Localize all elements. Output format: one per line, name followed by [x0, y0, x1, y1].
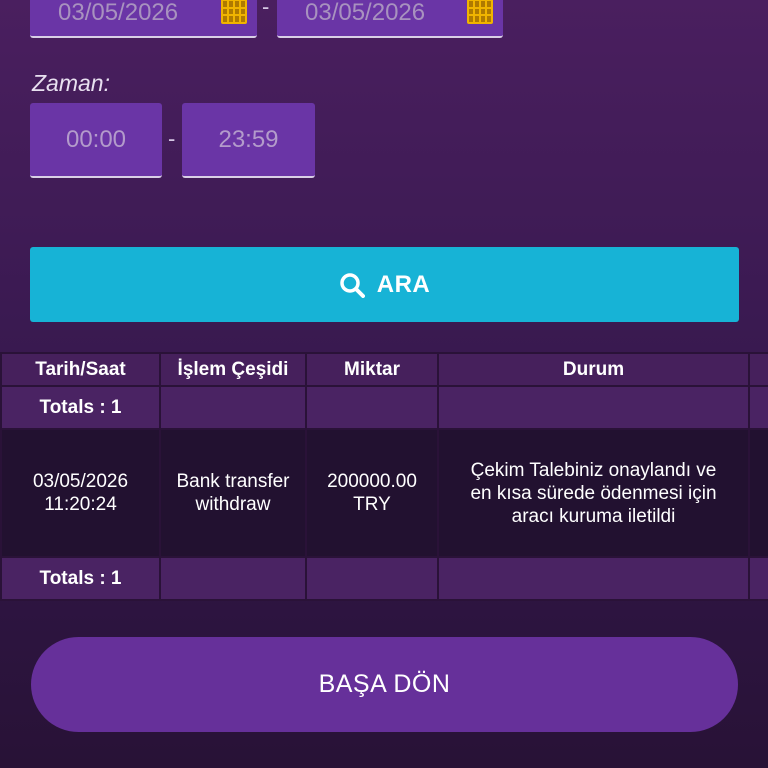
date-from-value: 03/05/2026 — [58, 0, 179, 26]
totals-cell — [305, 556, 439, 601]
totals-label: Totals : 1 — [0, 556, 161, 601]
column-header-extra — [748, 352, 768, 387]
search-icon — [340, 272, 365, 298]
calendar-icon[interactable] — [221, 0, 247, 24]
totals-cell — [748, 385, 768, 430]
totals-cell — [748, 556, 768, 601]
time-separator: - — [168, 126, 176, 151]
back-to-start-button[interactable]: BAŞA DÖN — [31, 637, 738, 732]
calendar-icon[interactable] — [467, 0, 493, 24]
row-date: 03/05/2026 — [32, 471, 129, 492]
totals-cell — [305, 385, 439, 430]
row-status: Çekim Talebiniz onaylandı ve en kısa sür… — [437, 428, 750, 558]
row-status-line: aracı kuruma iletildi — [511, 505, 676, 527]
time-label: Zaman: — [32, 70, 110, 96]
date-from-field[interactable]: 03/05/2026 — [30, 0, 257, 38]
search-button-label: ARA — [376, 270, 431, 298]
row-status-line: en kısa sürede ödenmesi için — [470, 482, 717, 504]
search-button[interactable]: ARA — [30, 247, 739, 322]
row-status-line: Çekim Talebiniz onaylandı ve — [470, 459, 717, 481]
totals-cell — [159, 556, 307, 601]
column-header-status: Durum — [437, 352, 750, 387]
transactions-table: Tarih/Saat İşlem Çeşidi Miktar Durum Tot… — [0, 352, 768, 601]
totals-row: Totals : 1 — [0, 556, 768, 601]
time-from-field[interactable]: 00:00 — [30, 103, 162, 178]
back-to-start-label: BAŞA DÖN — [318, 670, 451, 698]
column-header-type: İşlem Çeşidi — [159, 352, 307, 387]
row-extra — [748, 428, 768, 558]
date-to-field[interactable]: 03/05/2026 — [277, 0, 503, 38]
time-to-field[interactable]: 23:59 — [182, 103, 315, 178]
row-amount: 200000.00 TRY — [305, 428, 439, 558]
column-header-amount: Miktar — [305, 352, 439, 387]
date-to-value: 03/05/2026 — [305, 0, 426, 26]
row-time: 11:20:24 — [44, 494, 117, 515]
row-type-line: Bank transfer — [176, 471, 290, 492]
time-to-value: 23:59 — [218, 125, 279, 153]
totals-cell — [437, 385, 750, 430]
row-type: Bank transfer withdraw — [159, 428, 307, 558]
row-datetime: 03/05/2026 11:20:24 — [0, 428, 161, 558]
row-currency: TRY — [353, 494, 391, 515]
totals-label: Totals : 1 — [0, 385, 161, 430]
time-from-value: 00:00 — [65, 125, 127, 153]
table-header-row: Tarih/Saat İşlem Çeşidi Miktar Durum — [0, 352, 768, 387]
totals-row: Totals : 1 — [0, 385, 768, 430]
totals-cell — [437, 556, 750, 601]
column-header-date: Tarih/Saat — [0, 352, 161, 387]
row-type-line: withdraw — [195, 494, 271, 515]
table-row: 03/05/2026 11:20:24 Bank transfer withdr… — [0, 428, 768, 558]
date-separator: - — [262, 0, 270, 19]
totals-cell — [159, 385, 307, 430]
row-amount-value: 200000.00 — [327, 471, 417, 492]
